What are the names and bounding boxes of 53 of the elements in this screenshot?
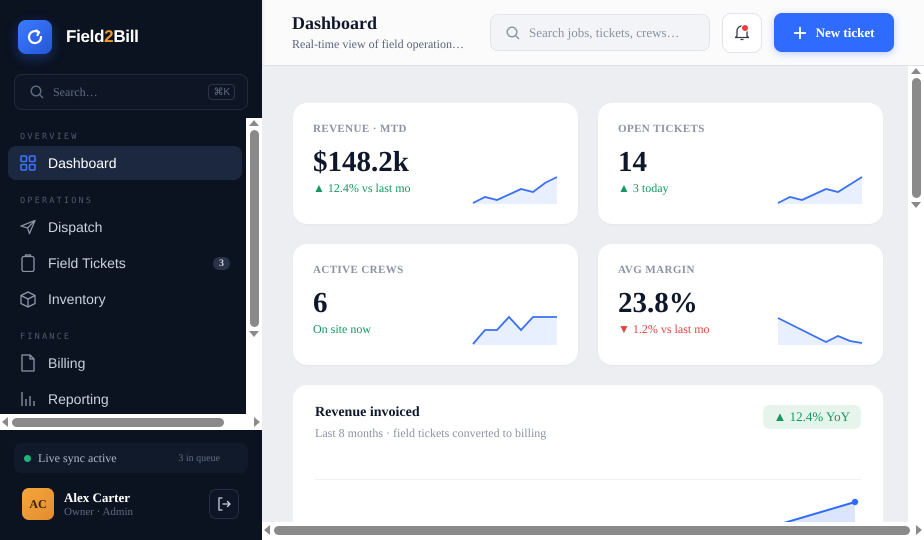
clipboard-icon [21,254,35,272]
scrollbar[interactable] [262,522,924,538]
section-heading: OVERVIEW [19,132,80,142]
nav-item[interactable]: Reporting [8,382,242,414]
bell-icon [734,24,750,41]
nav-item[interactable]: Dispatch [8,210,242,244]
stat-value: 14 [618,145,648,179]
document-icon [21,354,35,372]
stat-change: ▼ 1.2% vs last mo [618,322,711,337]
stat-label: OPEN TICKETS [618,123,706,135]
stat-value: 6 [313,286,328,320]
nav-item[interactable]: Inventory [8,282,242,316]
section-heading: OPERATIONS [19,196,94,206]
sync-status: Live sync active [38,450,118,466]
stat-label: ACTIVE CREWS [313,264,405,276]
page-title: Dashboard [292,13,378,34]
new-ticket-button[interactable]: New ticket [774,13,894,52]
stat-change: On site now [313,322,372,337]
queue-count: 3 in queue [178,452,220,464]
card-subtitle: Last 8 months · field tickets converted to billing [315,426,548,441]
stat-change: ▲ 12.4% vs last mo [313,181,412,196]
logout-icon [217,497,231,511]
count-badge: 3 [213,256,230,270]
scrollbar[interactable] [246,118,262,414]
app-logo-icon [18,20,52,54]
bar-chart-icon [21,392,35,406]
stat-value: $148.2k [313,145,410,179]
logout-button[interactable] [209,489,239,519]
notifications-button[interactable] [722,12,762,52]
card-title: Revenue invoiced [315,405,421,421]
box-icon [20,290,36,308]
user-role: Owner · Admin [64,506,134,518]
brand-name: Field2Bill [66,27,139,47]
search-icon [30,85,44,99]
search-icon [506,26,520,40]
stat-label: REVENUE · MTD [313,123,408,135]
user-avatar: AC [22,488,54,520]
grid-icon [20,155,36,171]
nav-item[interactable]: Billing [8,346,242,380]
nav-item[interactable]: Field Tickets 3 [8,246,242,280]
send-icon [20,219,36,235]
page-subtitle: Real-time view of field operation… [292,37,465,52]
scrollbar[interactable] [0,414,262,430]
section-heading: FINANCE [19,332,72,342]
stat-label: AVG MARGIN [618,264,696,276]
stat-change: ▲ 3 today [618,181,670,196]
shortcut-hint: ⌘K [208,84,235,100]
user-name: Alex Carter [64,490,132,506]
status-dot-icon [24,454,31,462]
plus-icon [794,26,806,38]
nav-item[interactable]: Dashboard [8,146,242,180]
growth-badge: ▲ 12.4% YoY [762,405,861,429]
stat-value: 23.8% [618,286,699,320]
